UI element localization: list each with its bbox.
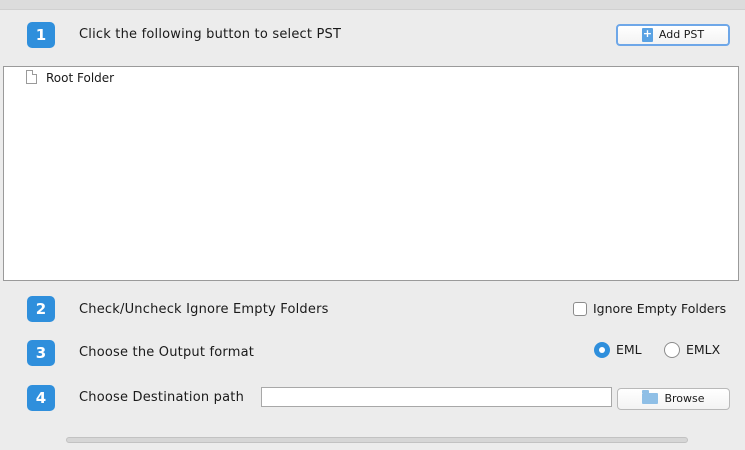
step-2-row: 2 Check/Uncheck Ignore Empty Folders Ign… (0, 296, 745, 322)
folder-icon (642, 390, 659, 404)
step-4-number: 4 (27, 385, 55, 411)
step-2-number: 2 (27, 296, 55, 322)
emlx-radio[interactable] (664, 342, 680, 358)
step-2-label: Check/Uncheck Ignore Empty Folders (79, 302, 329, 317)
folder-tree-panel[interactable]: Root Folder (3, 66, 739, 281)
browse-button[interactable]: Browse (617, 388, 730, 410)
destination-path-input[interactable] (261, 387, 612, 407)
step-4-row: 4 Choose Destination path Browse (0, 385, 745, 411)
add-pst-button[interactable]: Add PST (616, 24, 730, 46)
eml-radio[interactable] (594, 342, 610, 358)
step-1-number: 1 (27, 22, 55, 48)
browse-button-label: Browse (664, 392, 705, 405)
emlx-radio-label[interactable]: EMLX (686, 337, 720, 363)
step-3-number: 3 (27, 340, 55, 366)
progress-bar (66, 437, 688, 443)
add-file-icon (641, 26, 653, 42)
document-icon (26, 70, 37, 84)
ignore-empty-folders-checkbox[interactable] (573, 302, 587, 316)
step-1-row: 1 Click the following button to select P… (0, 22, 745, 48)
top-toolbar-strip (0, 0, 745, 10)
step-1-label: Click the following button to select PST (79, 27, 342, 42)
step-3-row: 3 Choose the Output format EML EMLX (0, 340, 745, 366)
step-4-label: Choose Destination path (79, 390, 245, 405)
eml-radio-label[interactable]: EML (616, 337, 642, 363)
ignore-empty-folders-label[interactable]: Ignore Empty Folders (593, 296, 726, 322)
tree-item-label: Root Folder (46, 71, 115, 85)
step-3-label: Choose the Output format (79, 345, 255, 360)
add-pst-button-label: Add PST (658, 28, 705, 41)
